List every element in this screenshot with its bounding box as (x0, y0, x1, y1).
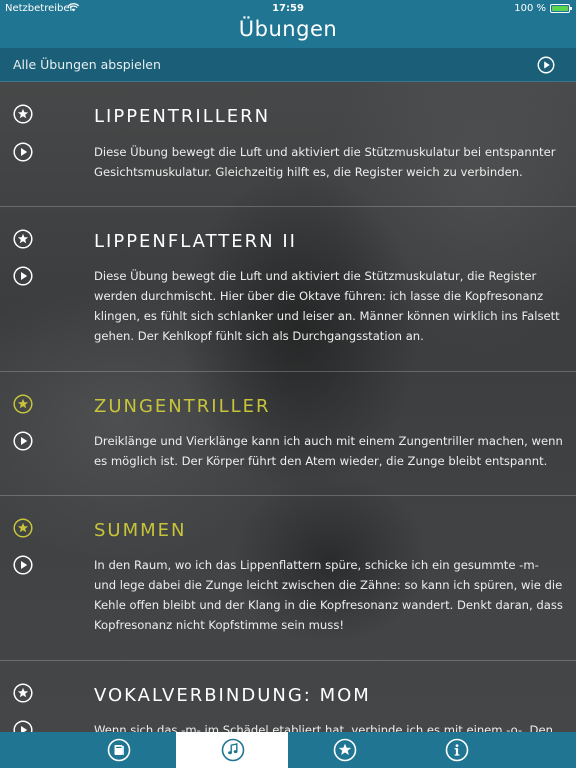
tab-info[interactable] (400, 732, 512, 768)
music-note-icon (221, 738, 245, 762)
favorite-star-icon[interactable] (13, 518, 33, 538)
exercise-title: SUMMEN (94, 520, 187, 541)
exercise-description: Wenn sich das -m- im Schädel etabliert h… (94, 723, 553, 732)
tab-exercises[interactable] (176, 732, 288, 768)
info-icon (445, 738, 469, 762)
status-bar: Netzbetreiber 17:59 100 % (0, 0, 576, 18)
play-icon[interactable] (13, 431, 33, 451)
battery-icon (550, 4, 572, 13)
exercise-list[interactable]: LIPPENTRILLERN Diese Übung bewegt die Lu… (0, 82, 576, 732)
tab-library[interactable] (62, 732, 174, 768)
play-all-row[interactable]: Alle Übungen abspielen (0, 48, 576, 82)
list-item: VOKALVERBINDUNG: MOM Wenn sich das -m- i… (0, 661, 576, 732)
list-item: LIPPENTRILLERN Diese Übung bewegt die Lu… (0, 82, 576, 207)
tab-bar (0, 732, 576, 768)
favorite-star-icon[interactable] (13, 229, 33, 249)
exercise-title: LIPPENFLATTERN II (94, 231, 297, 252)
play-all-label: Alle Übungen abspielen (13, 57, 161, 72)
navigation-header: Netzbetreiber 17:59 100 % Übungen (0, 0, 576, 48)
play-all-icon[interactable] (537, 56, 555, 74)
list-item: LIPPENFLATTERN II Diese Übung bewegt die… (0, 207, 576, 372)
favorite-star-icon[interactable] (13, 394, 33, 414)
list-item: SUMMEN In den Raum, wo ich das Lippenfla… (0, 496, 576, 661)
exercise-description: Dreiklänge und Vierklänge kann ich auch … (94, 434, 563, 468)
play-icon[interactable] (13, 555, 33, 575)
list-item: ZUNGENTRILLER Dreiklänge und Vierklänge … (0, 372, 576, 496)
page-title: Übungen (238, 17, 338, 41)
clock: 17:59 (272, 3, 304, 14)
play-icon[interactable] (13, 720, 33, 732)
exercise-description: Diese Übung bewegt die Luft und aktivier… (94, 145, 556, 179)
book-icon (107, 738, 131, 762)
exercise-description: Diese Übung bewegt die Luft und aktivier… (94, 269, 560, 343)
exercise-description: In den Raum, wo ich das Lippenflattern s… (94, 558, 563, 632)
favorite-star-icon[interactable] (13, 683, 33, 703)
exercise-title: VOKALVERBINDUNG: MOM (94, 685, 371, 706)
battery-percentage: 100 % (514, 3, 546, 14)
play-icon[interactable] (13, 142, 33, 162)
favorite-star-icon[interactable] (13, 104, 33, 124)
tab-favorites[interactable] (288, 732, 400, 768)
star-icon (333, 738, 357, 762)
exercise-title: LIPPENTRILLERN (94, 106, 271, 127)
exercise-title: ZUNGENTRILLER (94, 396, 271, 417)
play-icon[interactable] (13, 266, 33, 286)
